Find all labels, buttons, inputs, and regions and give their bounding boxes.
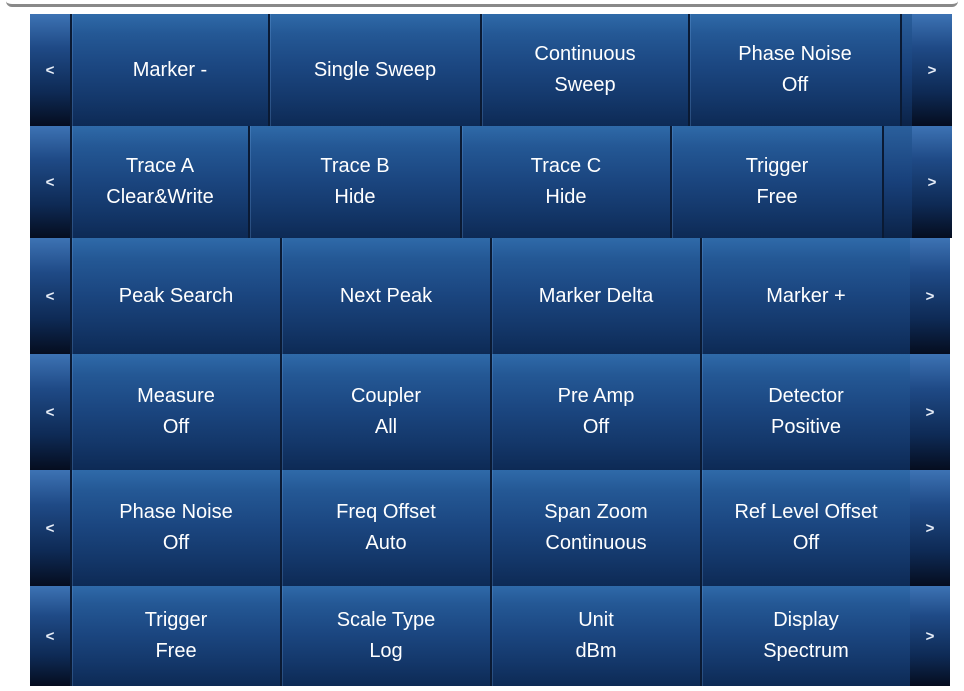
prev-page-button[interactable]: < — [30, 586, 70, 686]
next-page-button[interactable]: > — [912, 14, 952, 126]
softkey-panel-2: < Trace A Clear&Write Trace B Hide Trace… — [30, 126, 952, 238]
prev-page-button[interactable]: < — [30, 238, 70, 354]
softkey-row: Trigger Free Scale Type Log Unit dBm Dis… — [70, 586, 910, 686]
button-label: Marker + — [766, 284, 846, 307]
measure-button[interactable]: Measure Off — [70, 354, 280, 470]
softkey-row: Phase Noise Off Freq Offset Auto Span Zo… — [70, 470, 910, 586]
button-value: Continuous — [545, 532, 647, 554]
button-value: Log — [369, 640, 403, 662]
button-label: Peak Search — [118, 284, 234, 307]
prev-page-button[interactable]: < — [30, 470, 70, 586]
button-value: Free — [155, 640, 197, 662]
next-page-button[interactable]: > — [910, 354, 950, 470]
softkey-row: Peak Search Next Peak Marker Delta Marke… — [70, 238, 910, 354]
trigger-button[interactable]: Trigger Free — [70, 586, 280, 686]
next-peak-button[interactable]: Next Peak — [280, 238, 490, 354]
trace-a-button[interactable]: Trace A Clear&Write — [70, 126, 248, 238]
coupler-button[interactable]: Coupler All — [280, 354, 490, 470]
next-page-button[interactable]: > — [910, 238, 950, 354]
prev-page-button[interactable]: < — [30, 14, 70, 126]
button-label: Span Zoom — [544, 501, 648, 523]
button-value: Hide — [334, 186, 376, 208]
button-label: Phase Noise — [119, 501, 233, 523]
button-label: Ref Level Offset — [734, 501, 878, 523]
button-label: Freq Offset — [336, 501, 436, 523]
button-label: Single Sweep — [313, 58, 437, 81]
button-label: Pre Amp — [557, 385, 635, 407]
pre-amp-button[interactable]: Pre Amp Off — [490, 354, 700, 470]
phase-noise-button[interactable]: Phase Noise Off — [688, 14, 900, 126]
button-value: Off — [162, 416, 190, 438]
button-label: Next Peak — [339, 284, 433, 307]
button-value: Positive — [770, 416, 842, 438]
button-label: Marker Delta — [538, 284, 654, 307]
next-page-button[interactable]: > — [912, 126, 952, 238]
phase-noise-button[interactable]: Phase Noise Off — [70, 470, 280, 586]
softkey-row: Trace A Clear&Write Trace B Hide Trace C… — [70, 126, 912, 238]
button-value: Off — [781, 74, 809, 96]
freq-offset-button[interactable]: Freq Offset Auto — [280, 470, 490, 586]
button-label: Scale Type — [336, 609, 436, 631]
marker-minus-button[interactable]: Marker - — [70, 14, 268, 126]
span-zoom-button[interactable]: Span Zoom Continuous — [490, 470, 700, 586]
button-label: Continuous — [534, 43, 636, 65]
softkey-panel-6: < Trigger Free Scale Type Log Unit dBm D… — [30, 586, 950, 686]
button-label: Display — [773, 609, 839, 631]
marker-delta-button[interactable]: Marker Delta — [490, 238, 700, 354]
button-value: dBm — [575, 640, 617, 662]
bottom-edge — [0, 686, 964, 691]
button-value: Clear&Write — [106, 186, 214, 208]
divider — [900, 14, 912, 126]
detector-button[interactable]: Detector Positive — [700, 354, 910, 470]
button-label: Trace A — [125, 155, 195, 177]
button-label: Trigger — [144, 609, 208, 631]
button-label: Trigger — [745, 155, 809, 177]
button-value: Free — [756, 186, 798, 208]
trigger-button[interactable]: Trigger Free — [670, 126, 882, 238]
prev-page-button[interactable]: < — [30, 354, 70, 470]
ref-level-offset-button[interactable]: Ref Level Offset Off — [700, 470, 910, 586]
softkey-panel-1: < Marker - Single Sweep Continuous Sweep… — [30, 14, 952, 126]
button-label: Phase Noise — [738, 43, 852, 65]
softkey-row: Measure Off Coupler All Pre Amp Off Dete… — [70, 354, 910, 470]
divider — [882, 126, 912, 238]
button-value: Off — [792, 532, 820, 554]
button-label: Measure — [137, 385, 215, 407]
button-label: Coupler — [350, 385, 422, 407]
button-value: Off — [582, 416, 610, 438]
prev-page-button[interactable]: < — [30, 126, 70, 238]
button-value: Hide — [545, 186, 587, 208]
marker-plus-button[interactable]: Marker + — [700, 238, 910, 354]
next-page-button[interactable]: > — [910, 470, 950, 586]
trace-b-button[interactable]: Trace B Hide — [248, 126, 460, 238]
softkey-row: Marker - Single Sweep Continuous Sweep P… — [70, 14, 912, 126]
peak-search-button[interactable]: Peak Search — [70, 238, 280, 354]
softkey-panel-4: < Measure Off Coupler All Pre Amp Off De… — [30, 354, 950, 470]
button-label: Unit — [578, 609, 614, 631]
scale-type-button[interactable]: Scale Type Log — [280, 586, 490, 686]
button-value: Sweep — [554, 74, 616, 96]
unit-button[interactable]: Unit dBm — [490, 586, 700, 686]
button-value: All — [374, 416, 398, 438]
softkey-panel-5: < Phase Noise Off Freq Offset Auto Span … — [30, 470, 950, 586]
button-label: Trace B — [320, 155, 390, 177]
button-value: Spectrum — [763, 640, 849, 662]
single-sweep-button[interactable]: Single Sweep — [268, 14, 480, 126]
trace-c-button[interactable]: Trace C Hide — [460, 126, 670, 238]
button-label: Marker - — [132, 58, 208, 81]
softkey-panel-3: < Peak Search Next Peak Marker Delta Mar… — [30, 238, 950, 354]
top-edge — [0, 0, 964, 14]
button-label: Trace C — [530, 155, 602, 177]
next-page-button[interactable]: > — [910, 586, 950, 686]
button-value: Off — [162, 532, 190, 554]
button-label: Detector — [768, 385, 844, 407]
button-value: Auto — [365, 532, 407, 554]
continuous-sweep-button[interactable]: Continuous Sweep — [480, 14, 688, 126]
display-button[interactable]: Display Spectrum — [700, 586, 910, 686]
